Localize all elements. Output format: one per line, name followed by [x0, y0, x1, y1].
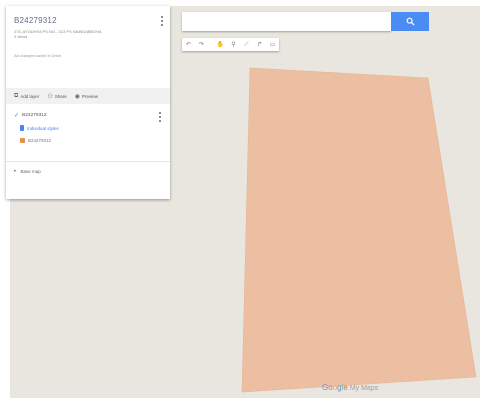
base-map-toggle[interactable]: ▸ Base map [6, 162, 170, 180]
map-title[interactable]: B24279312 [14, 16, 162, 25]
panel-header: B24279312 275, AYODHYA PS NO.- 313 PS NA… [6, 6, 170, 88]
add-layer-icon: ⧉ [14, 92, 19, 99]
layer-style-label: Individual styles [27, 125, 59, 131]
paint-roller-icon [20, 125, 24, 131]
measure-ruler-icon[interactable]: ▭ [266, 38, 279, 51]
add-layer-button[interactable]: ⧉ Add layer [14, 93, 39, 100]
map-views-count: 2 views [14, 34, 28, 39]
undo-icon[interactable]: ↶ [182, 38, 195, 51]
add-layer-label: Add layer [20, 93, 40, 99]
land-parcel-polygon[interactable] [241, 67, 477, 393]
search-input[interactable] [182, 12, 391, 31]
polygon-feature-icon [20, 138, 25, 143]
feature-item[interactable]: B24279312 [20, 138, 162, 143]
save-status: All changes saved in Drive [14, 53, 62, 58]
share-label: Share [54, 93, 67, 99]
layer-header[interactable]: ✓ B24279312 [14, 112, 162, 119]
map-toolbar: ↶ ↷ ✋ ⚲ ⟋ ↱ ▭ [182, 38, 279, 51]
layer-section: ✓ B24279312 Individual styles B24279312 [6, 104, 170, 162]
pan-hand-icon[interactable]: ✋ [214, 38, 227, 51]
layer-style-link[interactable]: Individual styles [20, 125, 162, 131]
preview-label: Preview [81, 93, 98, 99]
preview-button[interactable]: ◉ Preview [75, 93, 98, 100]
share-icon: ⚇ [47, 93, 53, 100]
layer-options-icon[interactable] [158, 112, 162, 122]
search-icon [406, 17, 415, 26]
layer-name[interactable]: B24279312 [22, 113, 47, 118]
layer-visibility-checkbox[interactable]: ✓ [14, 112, 19, 119]
google-my-maps-logo: Google My Maps [322, 383, 379, 392]
expand-arrow-icon: ▸ [14, 168, 17, 174]
base-map-label: Base map [20, 168, 41, 174]
redo-icon[interactable]: ↷ [195, 38, 208, 51]
preview-eye-icon: ◉ [74, 93, 80, 100]
map-options-icon[interactable] [160, 16, 164, 26]
product-name: My Maps [349, 385, 379, 392]
draw-line-icon[interactable]: ⟋ [240, 38, 253, 51]
add-marker-icon[interactable]: ⚲ [227, 38, 240, 51]
feature-name: B24279312 [28, 138, 52, 143]
panel-actions-bar: ⧉ Add layer ⚇ Share ◉ Preview [6, 88, 170, 104]
share-button[interactable]: ⚇ Share [47, 93, 66, 100]
map-details-panel: B24279312 275, AYODHYA PS NO.- 313 PS NA… [6, 6, 170, 199]
directions-icon[interactable]: ↱ [253, 38, 266, 51]
search-button[interactable] [391, 12, 429, 31]
